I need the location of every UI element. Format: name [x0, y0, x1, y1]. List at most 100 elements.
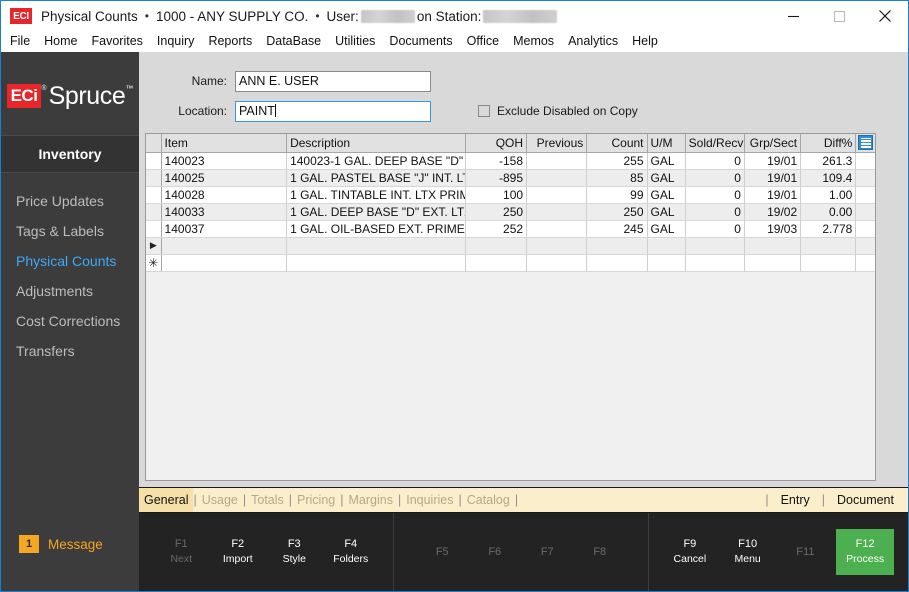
- cell-count[interactable]: 85: [586, 169, 648, 187]
- fkey-f4-folders[interactable]: F4 Folders: [324, 529, 378, 575]
- cell-qoh[interactable]: 252: [465, 220, 528, 238]
- cell-qoh[interactable]: [465, 254, 528, 272]
- fkey-f5[interactable]: F5: [416, 529, 469, 575]
- cell-count[interactable]: 250: [586, 203, 648, 221]
- tab-pricing[interactable]: Pricing: [292, 488, 340, 512]
- cell-count[interactable]: 245: [586, 220, 648, 238]
- table-row[interactable]: 140028 1 GAL. TINTABLE INT. LTX PRIM 100…: [146, 186, 875, 204]
- cell-sold-recv[interactable]: 0: [685, 220, 745, 238]
- row-selector[interactable]: [146, 152, 162, 170]
- grid-header-count[interactable]: Count: [586, 134, 648, 153]
- cell-sold-recv[interactable]: 0: [685, 152, 745, 170]
- grid-header-previous[interactable]: Previous: [526, 134, 588, 153]
- maximize-button[interactable]: [816, 1, 862, 31]
- tab-usage[interactable]: Usage: [197, 488, 243, 512]
- cell-grp-sect[interactable]: [744, 254, 802, 272]
- tab-margins[interactable]: Margins: [344, 488, 398, 512]
- cell-grp-sect[interactable]: 19/03: [744, 220, 802, 238]
- cell-um[interactable]: GAL: [647, 203, 686, 221]
- sidebar-item-physical-counts[interactable]: Physical Counts: [1, 246, 139, 276]
- menu-item-home[interactable]: Home: [37, 31, 84, 52]
- cell-count[interactable]: [586, 254, 648, 272]
- cell-diff-pct[interactable]: 109.4: [800, 169, 857, 187]
- tab-general[interactable]: General: [139, 488, 194, 512]
- fkey-f1-next[interactable]: F1 Next: [154, 529, 208, 575]
- fkey-f2-import[interactable]: F2 Import: [211, 529, 265, 575]
- cell-diff-pct[interactable]: 1.00: [800, 186, 857, 204]
- fkey-f12-process[interactable]: F12 Process: [836, 529, 895, 575]
- fkey-f8[interactable]: F8: [574, 529, 627, 575]
- menu-item-inquiry[interactable]: Inquiry: [150, 31, 202, 52]
- close-button[interactable]: [862, 1, 908, 31]
- grid-header-grp-sect[interactable]: Grp/Sect: [744, 134, 802, 153]
- cell-grp-sect[interactable]: 19/01: [744, 186, 802, 204]
- cell-diff-pct[interactable]: 2.778: [800, 220, 857, 238]
- row-selector[interactable]: [146, 220, 162, 238]
- table-row[interactable]: 140033 1 GAL. DEEP BASE "D" EXT. LTX 250…: [146, 203, 875, 221]
- grid-new-row[interactable]: ✳: [146, 254, 875, 272]
- cell-grp-sect[interactable]: 19/01: [744, 169, 802, 187]
- cell-diff-pct[interactable]: [800, 237, 857, 255]
- cell-um[interactable]: GAL: [647, 169, 686, 187]
- cell-description[interactable]: 1 GAL. OIL-BASED EXT. PRIMER: [286, 220, 466, 238]
- cell-description[interactable]: 1 GAL. TINTABLE INT. LTX PRIM: [286, 186, 466, 204]
- menu-item-memos[interactable]: Memos: [506, 31, 561, 52]
- cell-um[interactable]: GAL: [647, 220, 686, 238]
- cell-item[interactable]: [161, 254, 288, 272]
- tab-catalog[interactable]: Catalog: [462, 488, 515, 512]
- cell-previous[interactable]: [526, 220, 588, 238]
- cell-sold-recv[interactable]: 0: [685, 169, 745, 187]
- name-input[interactable]: ANN E. USER: [235, 70, 431, 92]
- menu-item-utilities[interactable]: Utilities: [328, 31, 382, 52]
- cell-diff-pct[interactable]: [800, 254, 857, 272]
- row-selector[interactable]: [146, 169, 162, 187]
- cell-um[interactable]: GAL: [647, 186, 686, 204]
- minimize-button[interactable]: [770, 1, 816, 31]
- cell-item[interactable]: 140033: [161, 203, 288, 221]
- cell-item[interactable]: 140037: [161, 220, 288, 238]
- menu-item-documents[interactable]: Documents: [382, 31, 459, 52]
- menu-item-favorites[interactable]: Favorites: [85, 31, 150, 52]
- fkey-f7[interactable]: F7: [521, 529, 574, 575]
- tab-totals[interactable]: Totals: [246, 488, 289, 512]
- fkey-f3-style[interactable]: F3 Style: [267, 529, 321, 575]
- cell-um[interactable]: GAL: [647, 152, 686, 170]
- sidebar-item-tags-labels[interactable]: Tags & Labels: [1, 216, 139, 246]
- entry-link[interactable]: Entry: [781, 493, 810, 507]
- grid-header-item[interactable]: Item: [161, 134, 288, 153]
- cell-item[interactable]: [161, 237, 288, 255]
- location-input[interactable]: PAINT: [235, 100, 431, 122]
- cell-previous[interactable]: [526, 237, 588, 255]
- sidebar-item-transfers[interactable]: Transfers: [1, 336, 139, 366]
- menu-item-database[interactable]: DataBase: [259, 31, 328, 52]
- cell-previous[interactable]: [526, 186, 588, 204]
- fkey-f10-menu[interactable]: F10 Menu: [721, 529, 775, 575]
- fkey-f9-cancel[interactable]: F9 Cancel: [663, 529, 717, 575]
- cell-grp-sect[interactable]: [744, 237, 802, 255]
- sidebar-item-adjustments[interactable]: Adjustments: [1, 276, 139, 306]
- cell-previous[interactable]: [526, 169, 588, 187]
- cell-diff-pct[interactable]: 0.00: [800, 203, 857, 221]
- cell-diff-pct[interactable]: 261.3: [800, 152, 857, 170]
- cell-count[interactable]: 99: [586, 186, 648, 204]
- cell-description[interactable]: [286, 237, 466, 255]
- cell-description[interactable]: 1 GAL. DEEP BASE "D" EXT. LTX: [286, 203, 466, 221]
- menu-item-office[interactable]: Office: [460, 31, 506, 52]
- grid-options-button[interactable]: [855, 134, 875, 153]
- grid-header-qoh[interactable]: QOH: [465, 134, 528, 153]
- table-row[interactable]: 140023 140023-1 GAL. DEEP BASE "D" I -15…: [146, 152, 875, 170]
- table-row[interactable]: 140025 1 GAL. PASTEL BASE "J" INT. LT -8…: [146, 169, 875, 187]
- cell-previous[interactable]: [526, 152, 588, 170]
- current-row-marker[interactable]: ▶: [146, 237, 162, 255]
- row-selector[interactable]: [146, 203, 162, 221]
- physical-count-grid[interactable]: Item Description QOH Previous Count U/M …: [145, 133, 876, 481]
- new-row-marker[interactable]: ✳: [146, 254, 162, 272]
- cell-sold-recv[interactable]: [685, 254, 745, 272]
- exclude-disabled-on-copy-checkbox-row[interactable]: Exclude Disabled on Copy: [478, 104, 638, 118]
- cell-um[interactable]: [647, 254, 686, 272]
- sidebar-item-price-updates[interactable]: Price Updates: [1, 186, 139, 216]
- grid-header-diff-pct[interactable]: Diff%: [800, 134, 857, 153]
- sidebar-item-cost-corrections[interactable]: Cost Corrections: [1, 306, 139, 336]
- exclude-disabled-on-copy-checkbox[interactable]: [478, 105, 490, 117]
- message-indicator[interactable]: 1 Message: [1, 535, 139, 553]
